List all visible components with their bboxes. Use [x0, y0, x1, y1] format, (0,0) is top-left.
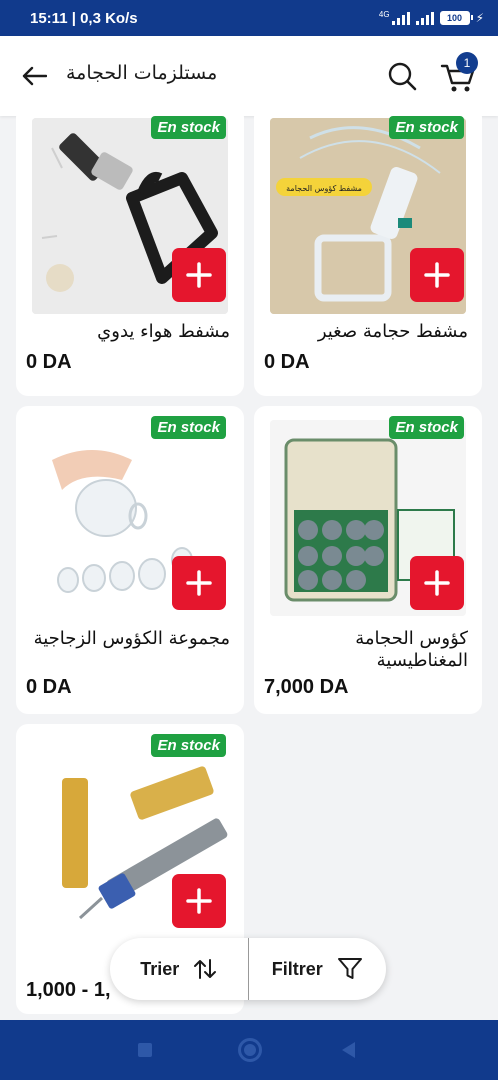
plus-icon: [424, 570, 450, 596]
product-card[interactable]: En stock مجموعة الكؤوس الزجاجية 0 DA: [16, 406, 244, 714]
add-to-cart-button[interactable]: [410, 556, 464, 610]
product-card[interactable]: مشفط كؤوس الحجامة En stock مشفط حجامة صغ…: [254, 116, 482, 396]
stock-badge: En stock: [389, 416, 464, 439]
product-grid: مشفط كؤوس الحجامة En stock مشفط حجامة صغ…: [0, 116, 498, 1020]
stock-badge: En stock: [151, 734, 226, 757]
product-name[interactable]: كؤوس الحجامة المغناطيسية: [268, 628, 468, 672]
home-icon[interactable]: [238, 1038, 262, 1062]
status-icons: 4G 100 ⚡: [378, 9, 484, 25]
stock-badge: En stock: [389, 116, 464, 139]
product-price: 7,000 DA: [264, 676, 349, 698]
add-to-cart-button[interactable]: [172, 556, 226, 610]
recents-icon[interactable]: [138, 1043, 152, 1057]
filter-button[interactable]: Filtrer: [249, 938, 387, 1000]
add-to-cart-button[interactable]: [172, 248, 226, 302]
filter-label: Filtrer: [271, 958, 323, 979]
product-price: 0 DA: [26, 676, 72, 698]
status-time: 15:11 | 0,3 Ko/s: [30, 9, 138, 27]
signal-icon: [391, 11, 410, 25]
product-card[interactable]: En stock مشفط هواء يدوي 0 DA: [16, 116, 244, 396]
filter-icon: [337, 958, 362, 979]
product-name[interactable]: مجموعة الكؤوس الزجاجية: [30, 628, 230, 650]
sort-label: Trier: [140, 958, 180, 979]
cart-count-badge: 1: [456, 52, 478, 74]
product-price: 1,000 - 1,: [26, 979, 111, 1001]
plus-icon: [186, 888, 212, 914]
system-nav-bar: [0, 1020, 498, 1080]
plus-icon: [424, 262, 450, 288]
nav-back-icon[interactable]: [342, 1042, 355, 1058]
charging-icon: ⚡: [475, 11, 484, 25]
product-name[interactable]: مشفط هواء يدوي: [30, 321, 230, 343]
sort-icon: [194, 959, 217, 979]
product-price: 0 DA: [26, 351, 72, 373]
stock-badge: En stock: [151, 116, 226, 139]
page-title: مستلزمات الحجامة: [66, 62, 218, 84]
search-icon[interactable]: [386, 60, 418, 92]
sort-button[interactable]: Trier: [110, 938, 248, 1000]
sort-filter-bar: Trier Filtrer: [110, 938, 386, 1000]
back-arrow-icon[interactable]: [18, 60, 50, 92]
product-name[interactable]: مشفط حجامة صغير: [268, 321, 468, 343]
signal-icon-2: [415, 11, 434, 25]
plus-icon: [186, 570, 212, 596]
stock-badge: En stock: [151, 416, 226, 439]
network-type: 4G: [378, 9, 390, 19]
product-card[interactable]: En stock كؤوس الحجامة المغناطيسية 7,000 …: [254, 406, 482, 714]
product-price: 0 DA: [264, 351, 310, 373]
add-to-cart-button[interactable]: [172, 874, 226, 928]
battery-icon: 100: [439, 11, 473, 25]
status-bar: 15:11 | 0,3 Ko/s 4G 100 ⚡: [0, 0, 498, 36]
image-label: مشفط كؤوس الحجامة: [286, 184, 362, 193]
app-header: مستلزمات الحجامة: [0, 36, 498, 116]
add-to-cart-button[interactable]: [410, 248, 464, 302]
plus-icon: [186, 262, 212, 288]
